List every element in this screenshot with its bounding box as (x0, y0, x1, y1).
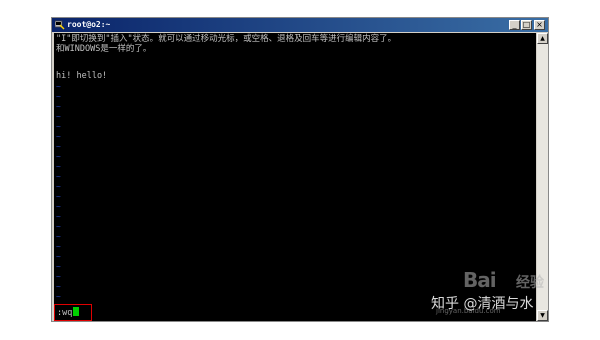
tilde-marker: ~ (56, 192, 61, 201)
tilde-marker: ~ (56, 82, 61, 91)
tilde-marker: ~ (56, 222, 61, 231)
tilde-marker: ~ (56, 282, 61, 291)
tilde-marker: ~ (56, 202, 61, 211)
tilde-marker: ~ (56, 92, 61, 101)
terminal-line: 和WINDOWS是一样的了。 (56, 44, 152, 54)
command-line: :wq (57, 307, 80, 318)
text-cursor (73, 307, 80, 316)
terminal-line: hi! hello! (56, 71, 108, 81)
tilde-marker: ~ (56, 112, 61, 121)
tilde-marker: ~ (56, 272, 61, 281)
terminal-window: root@o2:~ _ □ × "I"即切换到"插入"状态。就可以通过移动光标，… (51, 17, 549, 322)
tilde-marker: ~ (56, 152, 61, 161)
minimize-button[interactable]: _ (509, 20, 520, 30)
scroll-down-button[interactable]: ▼ (537, 310, 548, 321)
tilde-marker: ~ (56, 132, 61, 141)
tilde-marker: ~ (56, 142, 61, 151)
title-bar[interactable]: root@o2:~ _ □ × (52, 18, 548, 32)
tilde-marker: ~ (56, 242, 61, 251)
vertical-scrollbar[interactable]: ▲ ▼ (537, 33, 548, 321)
tilde-marker: ~ (56, 262, 61, 271)
close-button[interactable]: × (534, 20, 545, 30)
tilde-marker: ~ (56, 122, 61, 131)
tilde-marker: ~ (56, 292, 61, 301)
terminal-area[interactable]: "I"即切换到"插入"状态。就可以通过移动光标，或空格、退格及回车等进行编辑内容… (54, 33, 536, 321)
putty-icon (55, 20, 65, 30)
tilde-marker: ~ (56, 102, 61, 111)
tilde-marker: ~ (56, 172, 61, 181)
tilde-marker: ~ (56, 212, 61, 221)
tilde-marker: ~ (56, 182, 61, 191)
window-title: root@o2:~ (67, 20, 111, 29)
tilde-marker: ~ (56, 232, 61, 241)
tilde-marker: ~ (56, 252, 61, 261)
scroll-up-button[interactable]: ▲ (537, 33, 548, 44)
terminal-line: "I"即切换到"插入"状态。就可以通过移动光标，或空格、退格及回车等进行编辑内容… (56, 34, 397, 44)
tilde-marker: ~ (56, 162, 61, 171)
command-text: :wq (57, 308, 73, 318)
maximize-button[interactable]: □ (521, 20, 532, 30)
